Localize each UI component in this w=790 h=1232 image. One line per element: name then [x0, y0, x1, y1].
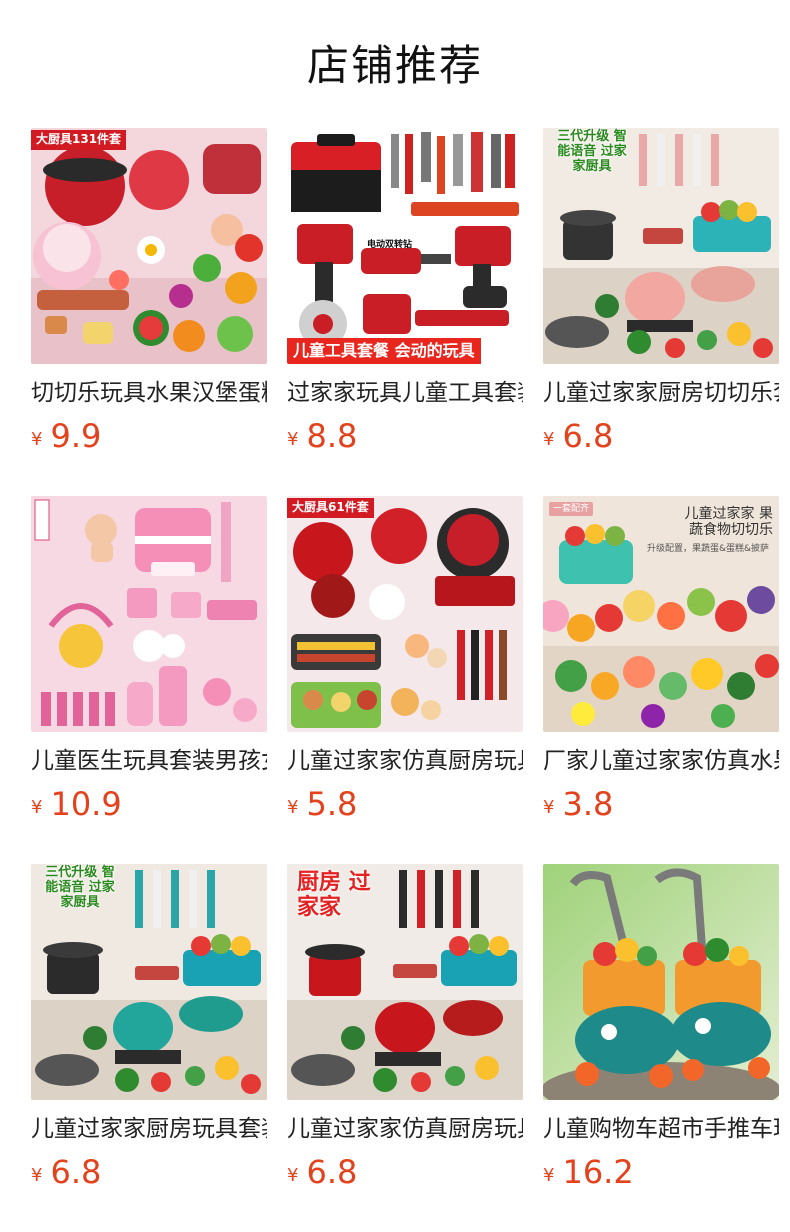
image-sublabel: 升级配置，果蔬蛋&蛋糕&披萨: [646, 544, 769, 554]
image-badge: 大厨具131件套: [31, 130, 127, 150]
price-value: 6.8: [562, 417, 614, 455]
image-headline: 厨房 过家家: [297, 870, 371, 921]
product-image[interactable]: [31, 496, 267, 732]
product-card[interactable]: 大厨具61件套 儿童过家家仿真厨房玩具套装 ¥5.8: [287, 496, 523, 864]
product-image[interactable]: 电动双转钻 儿童工具套餐 会动的玩具: [287, 128, 523, 364]
product-card[interactable]: 大厨具131件套 切切乐玩具水果汉堡蛋糕套装 ¥9.9: [31, 128, 267, 496]
product-card[interactable]: 儿童购物车超市手推车玩具 ¥16.2: [543, 864, 779, 1232]
product-image[interactable]: 三代升级 智能语音 过家家厨具: [543, 128, 779, 364]
product-name[interactable]: 儿童过家家厨房玩具套装: [31, 1112, 267, 1146]
toy-shopping-cart-image: [543, 864, 779, 1100]
product-name[interactable]: 过家家玩具儿童工具套装电钻: [287, 376, 523, 410]
product-card[interactable]: 三代升级 智能语音 过家家厨具 儿童过家家厨房玩具套装 ¥6.8: [31, 864, 267, 1232]
image-sublabel: 电动双转钻: [367, 240, 413, 250]
image-banner: 儿童工具套餐 会动的玩具: [287, 337, 481, 364]
currency-symbol: ¥: [31, 429, 43, 450]
currency-symbol: ¥: [287, 1165, 299, 1186]
price-value: 16.2: [562, 1153, 634, 1191]
image-badge: 大厨具61件套: [287, 498, 374, 518]
product-price: ¥6.8: [287, 1152, 357, 1192]
currency-symbol: ¥: [31, 797, 43, 818]
currency-symbol: ¥: [543, 429, 555, 450]
product-price: ¥6.8: [543, 416, 613, 456]
price-value: 6.8: [306, 1153, 358, 1191]
price-value: 6.8: [50, 1153, 102, 1191]
product-card[interactable]: 儿童医生玩具套装男孩女孩 ¥10.9: [31, 496, 267, 864]
product-name[interactable]: 儿童购物车超市手推车玩具: [543, 1112, 779, 1146]
product-price: ¥9.9: [31, 416, 101, 456]
product-image[interactable]: [543, 864, 779, 1100]
currency-symbol: ¥: [287, 797, 299, 818]
product-name[interactable]: 儿童过家家厨房切切乐套装: [543, 376, 779, 410]
product-image[interactable]: 三代升级 智能语音 过家家厨具: [31, 864, 267, 1100]
image-headline: 三代升级 智能语音 过家家厨具: [557, 129, 627, 174]
image-headline: 儿童过家家 果蔬食物切切乐: [684, 506, 773, 539]
currency-symbol: ¥: [543, 797, 555, 818]
product-name[interactable]: 厂家儿童过家家仿真水果切切乐: [543, 744, 779, 778]
product-price: ¥16.2: [543, 1152, 634, 1192]
currency-symbol: ¥: [287, 429, 299, 450]
product-price: ¥5.8: [287, 784, 357, 824]
product-image[interactable]: 一套配齐 儿童过家家 果蔬食物切切乐 升级配置，果蔬蛋&蛋糕&披萨: [543, 496, 779, 732]
product-image[interactable]: 大厨具131件套: [31, 128, 267, 364]
product-grid: 大厨具131件套 切切乐玩具水果汉堡蛋糕套装 ¥9.9: [31, 128, 779, 1232]
toy-kitchen-set-image: [31, 128, 267, 364]
product-name[interactable]: 儿童医生玩具套装男孩女孩: [31, 744, 267, 778]
toy-kitchen-61-image: [287, 496, 523, 732]
toy-doctor-kit-image: [31, 496, 267, 732]
product-name[interactable]: 儿童过家家仿真厨房玩具: [287, 1112, 523, 1146]
product-price: ¥6.8: [31, 1152, 101, 1192]
page-title: 店铺推荐: [306, 41, 483, 90]
product-price: ¥10.9: [31, 784, 122, 824]
currency-symbol: ¥: [543, 1165, 555, 1186]
price-value: 8.8: [306, 417, 358, 455]
product-image[interactable]: 厨房 过家家: [287, 864, 523, 1100]
price-value: 5.8: [306, 785, 358, 823]
product-image[interactable]: 大厨具61件套: [287, 496, 523, 732]
product-card[interactable]: 电动双转钻 儿童工具套餐 会动的玩具 过家家玩具儿童工具套装电钻 ¥8.8: [287, 128, 523, 496]
currency-symbol: ¥: [31, 1165, 43, 1186]
product-price: ¥3.8: [543, 784, 613, 824]
product-card[interactable]: 三代升级 智能语音 过家家厨具 儿童过家家厨房切切乐套装 ¥6.8: [543, 128, 779, 496]
image-headline: 三代升级 智能语音 过家家厨具: [45, 865, 115, 910]
product-name[interactable]: 儿童过家家仿真厨房玩具套装: [287, 744, 523, 778]
price-value: 9.9: [50, 417, 102, 455]
product-price: ¥8.8: [287, 416, 357, 456]
product-name[interactable]: 切切乐玩具水果汉堡蛋糕套装: [31, 376, 267, 410]
product-card[interactable]: 厨房 过家家 儿童过家家仿真厨房玩具 ¥6.8: [287, 864, 523, 1232]
price-value: 10.9: [50, 785, 122, 823]
price-value: 3.8: [562, 785, 614, 823]
product-card[interactable]: 一套配齐 儿童过家家 果蔬食物切切乐 升级配置，果蔬蛋&蛋糕&披萨 厂家儿童过家…: [543, 496, 779, 864]
image-badge: 一套配齐: [549, 502, 594, 517]
